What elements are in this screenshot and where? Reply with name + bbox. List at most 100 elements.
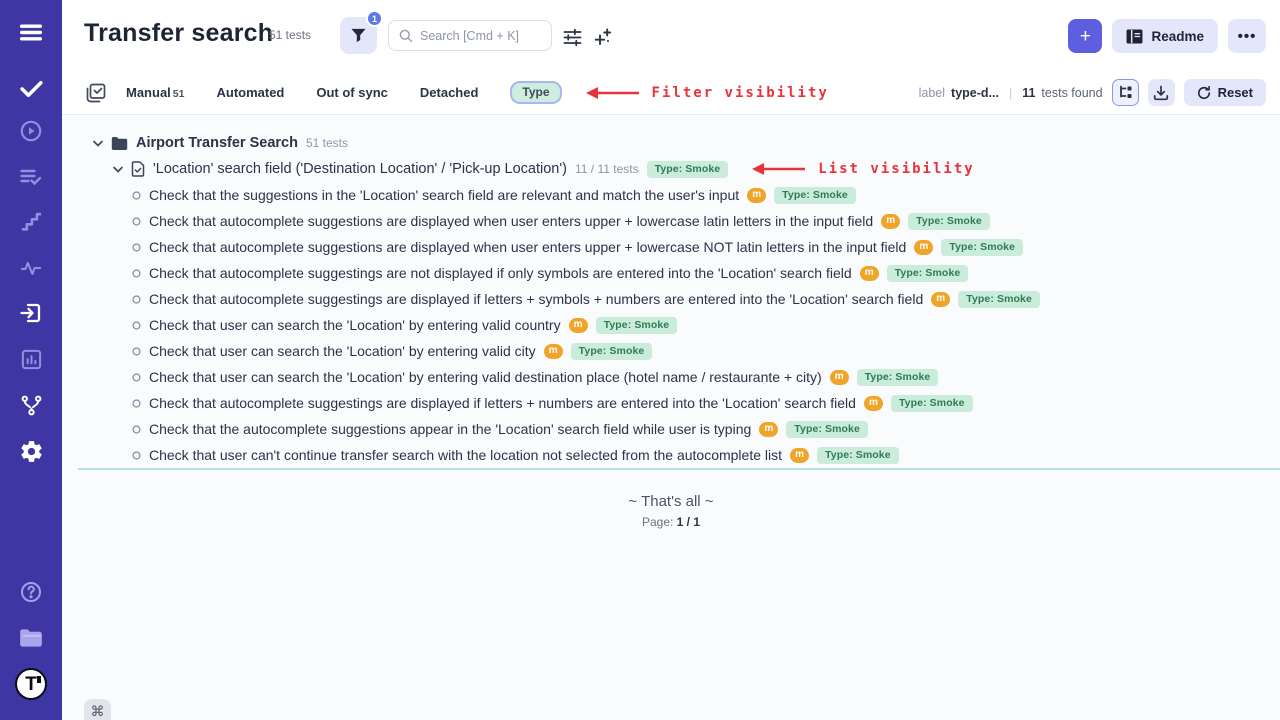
test-case-row[interactable]: Check that autocomplete suggestings are …	[132, 390, 1280, 416]
milestones-stairs-icon[interactable]	[17, 208, 45, 236]
play-circle-icon[interactable]	[17, 117, 45, 145]
test-status-circle-icon	[132, 295, 141, 304]
test-status-circle-icon	[132, 269, 141, 278]
more-options-button[interactable]: •••	[1228, 19, 1266, 53]
funnel-icon	[350, 27, 367, 44]
suite-count: 11 / 11 tests	[575, 162, 639, 176]
test-case-row[interactable]: Check that user can search the 'Location…	[132, 338, 1280, 364]
test-case-row[interactable]: Check that autocomplete suggestings are …	[132, 286, 1280, 312]
manual-badge: m	[914, 240, 933, 255]
type-smoke-tag: Type: Smoke	[941, 239, 1023, 256]
keyboard-shortcuts-button[interactable]: ⌘	[84, 699, 111, 720]
select-all-icon[interactable]	[86, 83, 106, 103]
chevron-down-icon[interactable]	[93, 140, 103, 147]
tab-manual[interactable]: Manual51	[126, 85, 184, 100]
manual-badge: m	[830, 370, 849, 385]
tab-automated[interactable]: Automated	[216, 85, 284, 100]
test-case-title: Check that autocomplete suggestions are …	[149, 239, 906, 255]
add-button[interactable]: +	[1068, 19, 1102, 53]
type-smoke-tag: Type: Smoke	[571, 343, 653, 360]
type-smoke-tag: Type: Smoke	[786, 421, 868, 438]
test-status-circle-icon	[132, 321, 141, 330]
manual-badge: m	[790, 448, 809, 463]
help-icon[interactable]	[17, 578, 45, 606]
test-status-circle-icon	[132, 243, 141, 252]
activity-pulse-icon[interactable]	[17, 254, 45, 282]
test-case-row[interactable]: Check that the suggestions in the 'Locat…	[132, 182, 1280, 208]
tests-count: 51 tests	[269, 28, 311, 42]
type-smoke-tag: Type: Smoke	[774, 187, 856, 204]
folder-count: 51 tests	[306, 136, 348, 150]
type-smoke-tag: Type: Smoke	[596, 317, 678, 334]
toolbar-right: label type-d... | 11 tests found Reset	[919, 71, 1266, 114]
folder-row[interactable]: Airport Transfer Search 51 tests	[93, 130, 1280, 156]
branch-icon[interactable]	[17, 391, 45, 419]
document-icon	[131, 161, 145, 177]
test-case-row[interactable]: Check that user can't continue transfer …	[132, 442, 1280, 468]
import-icon[interactable]	[17, 299, 45, 327]
manual-badge: m	[864, 396, 883, 411]
menu-icon[interactable]	[17, 18, 45, 46]
test-case-row[interactable]: Check that autocomplete suggestings are …	[132, 260, 1280, 286]
found-count: 11	[1022, 86, 1035, 100]
ai-sparkles-icon[interactable]	[593, 27, 613, 47]
reports-chart-icon[interactable]	[17, 345, 45, 373]
active-filter-summary: label type-d... | 11 tests found	[919, 86, 1103, 100]
test-case-row[interactable]: Check that user can search the 'Location…	[132, 364, 1280, 390]
filter-visibility-annotation: Filter visibility	[652, 85, 829, 101]
test-case-title: Check that autocomplete suggestings are …	[149, 291, 923, 307]
display-settings-icon[interactable]	[562, 27, 582, 47]
test-case-title: Check that the suggestions in the 'Locat…	[149, 187, 739, 203]
filter-annotation-group: Filter visibility	[584, 85, 829, 101]
gear-icon[interactable]	[17, 437, 45, 465]
test-runs-icon[interactable]	[17, 163, 45, 191]
main-area: Transfer search 51 tests 1 + Readme •••	[62, 0, 1280, 720]
test-case-row[interactable]: Check that autocomplete suggestions are …	[132, 208, 1280, 234]
filter-tabs: Manual51 Automated Out of sync Detached …	[126, 71, 829, 114]
chevron-down-icon[interactable]	[113, 166, 123, 173]
projects-folder-icon[interactable]	[17, 624, 45, 652]
page-header: Transfer search 51 tests 1 + Readme •••	[62, 0, 1280, 71]
tree-view-button[interactable]	[1112, 79, 1139, 106]
test-status-circle-icon	[132, 425, 141, 434]
red-left-arrow-icon	[584, 86, 640, 100]
test-status-circle-icon	[132, 191, 141, 200]
list-annotation-group: List visibility	[750, 161, 974, 177]
type-smoke-tag: Type: Smoke	[857, 369, 939, 386]
manual-badge: m	[860, 266, 879, 281]
type-filter-chip[interactable]: Type	[510, 81, 561, 104]
readme-button[interactable]: Readme	[1112, 19, 1218, 53]
list-visibility-annotation: List visibility	[818, 161, 974, 177]
filter-toolbar: Manual51 Automated Out of sync Detached …	[62, 71, 1280, 115]
manual-badge: m	[544, 344, 563, 359]
search-box[interactable]	[388, 20, 552, 51]
suite-name: 'Location' search field ('Destination Lo…	[153, 161, 567, 177]
test-case-row[interactable]: Check that autocomplete suggestions are …	[132, 234, 1280, 260]
test-status-circle-icon	[132, 451, 141, 460]
suite-row[interactable]: 'Location' search field ('Destination Lo…	[113, 156, 1280, 182]
search-icon	[399, 29, 413, 43]
end-of-list-text: ~ That's all ~	[62, 493, 1280, 510]
manual-badge: m	[569, 318, 588, 333]
avatar-logo: T	[25, 675, 37, 694]
test-list-content: Airport Transfer Search 51 tests 'Locati…	[62, 115, 1280, 720]
tab-out-of-sync[interactable]: Out of sync	[316, 85, 388, 100]
user-avatar[interactable]: T	[15, 668, 47, 700]
reset-button[interactable]: Reset	[1184, 79, 1266, 106]
search-input[interactable]	[420, 29, 535, 43]
test-case-row[interactable]: Check that the autocomplete suggestions …	[132, 416, 1280, 442]
test-case-title: Check that the autocomplete suggestions …	[149, 421, 751, 437]
manual-badge: m	[759, 422, 778, 437]
download-button[interactable]	[1148, 79, 1175, 106]
test-case-title: Check that autocomplete suggestings are …	[149, 395, 856, 411]
type-smoke-tag: Type: Smoke	[958, 291, 1040, 308]
tab-manual-count: 51	[173, 88, 185, 100]
filter-label-value: type-d...	[951, 86, 999, 100]
test-case-row[interactable]: Check that user can search the 'Location…	[132, 312, 1280, 338]
tab-detached[interactable]: Detached	[420, 85, 479, 100]
page-title: Transfer search	[84, 19, 273, 48]
test-cases-icon[interactable]	[17, 74, 45, 102]
test-case-title: Check that user can search the 'Location…	[149, 369, 822, 385]
test-status-circle-icon	[132, 373, 141, 382]
manual-badge: m	[747, 188, 766, 203]
